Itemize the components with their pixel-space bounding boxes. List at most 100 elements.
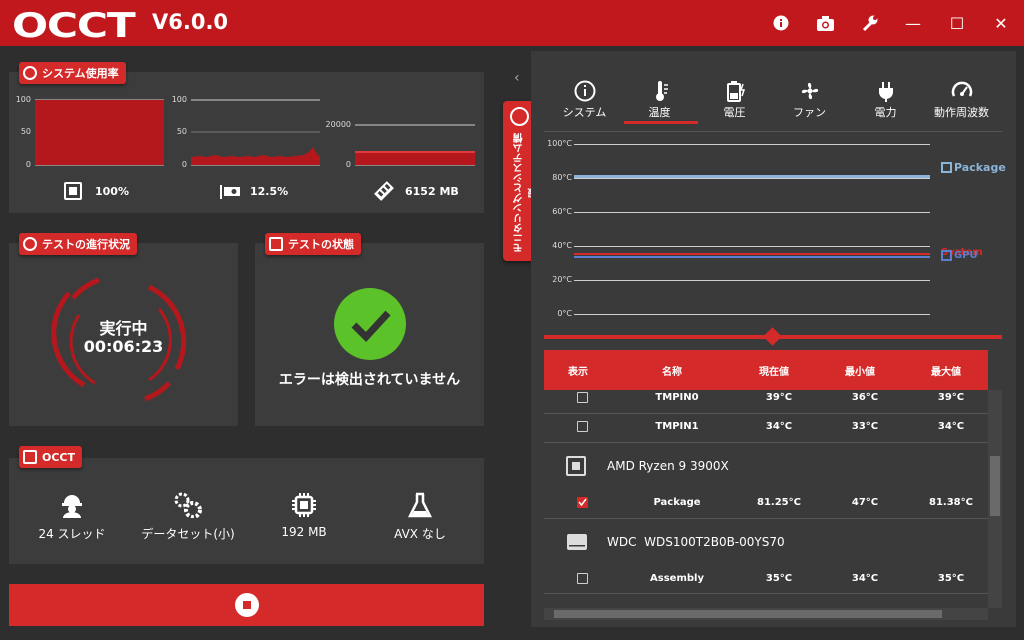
fan-icon xyxy=(801,82,818,100)
check-icon xyxy=(334,288,406,360)
row-min: 34°C xyxy=(851,573,879,584)
mem-tick-20000: 20000 xyxy=(325,120,351,129)
row-max: 81.38°C xyxy=(929,497,973,508)
minimize-button[interactable]: — xyxy=(898,8,928,38)
progress-status: 実行中 xyxy=(99,319,148,338)
gpu-tick-100: 100 xyxy=(171,95,187,104)
flask-icon xyxy=(407,492,433,518)
occt-panel: 24 スレッド データセット(小) 192 MB AVX なし xyxy=(9,458,484,564)
y-tick: 100°C xyxy=(547,139,572,148)
camera-icon[interactable] xyxy=(810,8,840,38)
row-name: Package xyxy=(653,497,701,508)
row-max: 35°C xyxy=(937,573,965,584)
device-name: WDC WDS100T2B0B-00YS70 xyxy=(607,535,785,549)
legend-gpu: GPU xyxy=(941,250,978,261)
y-tick: 20°C xyxy=(552,275,572,284)
row-checkbox[interactable] xyxy=(577,421,588,432)
test-state-tag: テストの状態 xyxy=(265,233,361,255)
active-tab-indicator xyxy=(624,121,698,124)
row-current: 34°C xyxy=(765,421,793,432)
info-icon[interactable] xyxy=(766,8,796,38)
tabs-divider xyxy=(544,131,1002,132)
cpu-tick-100: 100 xyxy=(15,95,31,104)
cpu-tick-50: 50 xyxy=(20,127,31,136)
memory-icon xyxy=(373,180,395,206)
col-current[interactable]: 現在値 xyxy=(744,363,804,378)
scrollbar-thumb[interactable] xyxy=(554,610,942,618)
tab-voltage[interactable]: 電圧 xyxy=(697,80,772,120)
system-series-line xyxy=(574,253,930,255)
maximize-button[interactable]: ☐ xyxy=(942,8,972,38)
grid-line xyxy=(574,280,930,281)
thermometer-icon xyxy=(655,81,668,101)
y-tick: 0°C xyxy=(557,309,572,318)
memory-size-item: 192 MB xyxy=(249,492,359,539)
grid-line xyxy=(574,246,930,247)
close-button[interactable]: ✕ xyxy=(986,8,1016,38)
tab-power[interactable]: 電力 xyxy=(848,80,923,120)
refresh-icon xyxy=(23,66,37,80)
occt-tag: OCCT xyxy=(19,446,82,468)
worker-icon xyxy=(62,495,82,518)
tab-system[interactable]: システム xyxy=(547,80,622,120)
info-icon xyxy=(574,80,595,102)
tab-temperature[interactable]: 温度 xyxy=(622,80,697,120)
battery-icon xyxy=(726,81,745,102)
row-max: 34°C xyxy=(937,421,965,432)
row-min: 47°C xyxy=(851,497,879,508)
grid-line xyxy=(574,144,930,145)
dataset-item: データセット(小) xyxy=(133,492,243,542)
col-show[interactable]: 表示 xyxy=(554,363,602,378)
system-usage-tag: システム使用率 xyxy=(19,62,126,84)
tab-fan[interactable]: ファン xyxy=(772,80,847,120)
vertical-scrollbar[interactable] xyxy=(988,390,1002,608)
row-name: Assembly xyxy=(650,573,704,584)
grid-line xyxy=(574,314,930,315)
stop-button[interactable] xyxy=(9,584,484,626)
mem-tick-0: 0 xyxy=(345,160,351,169)
gpu-icon xyxy=(220,184,240,199)
system-usage-panel: 100 50 0 100 50 0 20000 0 100% 12.5% 615… xyxy=(9,72,484,213)
cpu-icon xyxy=(566,456,586,476)
wrench-icon[interactable] xyxy=(854,8,884,38)
row-name: TMPIN1 xyxy=(655,421,699,432)
grid-line xyxy=(574,212,930,213)
test-progress-panel: 実行中 00:06:23 xyxy=(9,243,238,426)
col-name[interactable]: 名称 xyxy=(632,363,712,378)
gears-icon xyxy=(174,492,202,519)
test-state-message: エラーは検出されていません xyxy=(278,372,461,388)
gauge-icon xyxy=(951,81,972,97)
cpu-icon xyxy=(64,182,82,200)
collapse-arrow-icon[interactable]: ‹ xyxy=(514,70,520,86)
scrollbar-thumb[interactable] xyxy=(990,456,1000,516)
tab-frequency[interactable]: 動作周波数 xyxy=(924,80,999,120)
plug-icon xyxy=(878,82,893,102)
row-checkbox-checked[interactable] xyxy=(577,497,588,508)
col-min[interactable]: 最小値 xyxy=(830,363,890,378)
row-checkbox[interactable] xyxy=(577,392,588,403)
clipboard-icon xyxy=(269,237,283,251)
col-max[interactable]: 最大値 xyxy=(916,363,976,378)
drive-icon xyxy=(566,533,588,551)
grid-line xyxy=(574,178,930,179)
row-current: 35°C xyxy=(765,573,793,584)
package-series-line xyxy=(574,175,930,178)
memory-usage-value: 6152 MB xyxy=(405,185,459,198)
chip-icon xyxy=(292,493,316,517)
row-current: 81.25°C xyxy=(757,497,801,508)
row-name: TMPIN0 xyxy=(655,392,699,403)
gauge-icon xyxy=(510,107,529,126)
progress-time: 00:06:23 xyxy=(83,337,164,356)
row-max: 39°C xyxy=(937,392,965,403)
gpu-tick-0: 0 xyxy=(181,160,187,169)
test-state-panel: エラーは検出されていません xyxy=(255,243,484,426)
test-progress-tag: テストの進行状況 xyxy=(19,233,137,255)
row-min: 36°C xyxy=(851,392,879,403)
row-checkbox[interactable] xyxy=(577,573,588,584)
row-current: 39°C xyxy=(765,392,793,403)
mem-usage-fill xyxy=(355,152,475,165)
threads-item: 24 スレッド xyxy=(17,492,127,542)
avx-item: AVX なし xyxy=(365,492,475,542)
legend-package: Package xyxy=(941,161,1006,174)
horizontal-scrollbar[interactable] xyxy=(544,608,988,620)
